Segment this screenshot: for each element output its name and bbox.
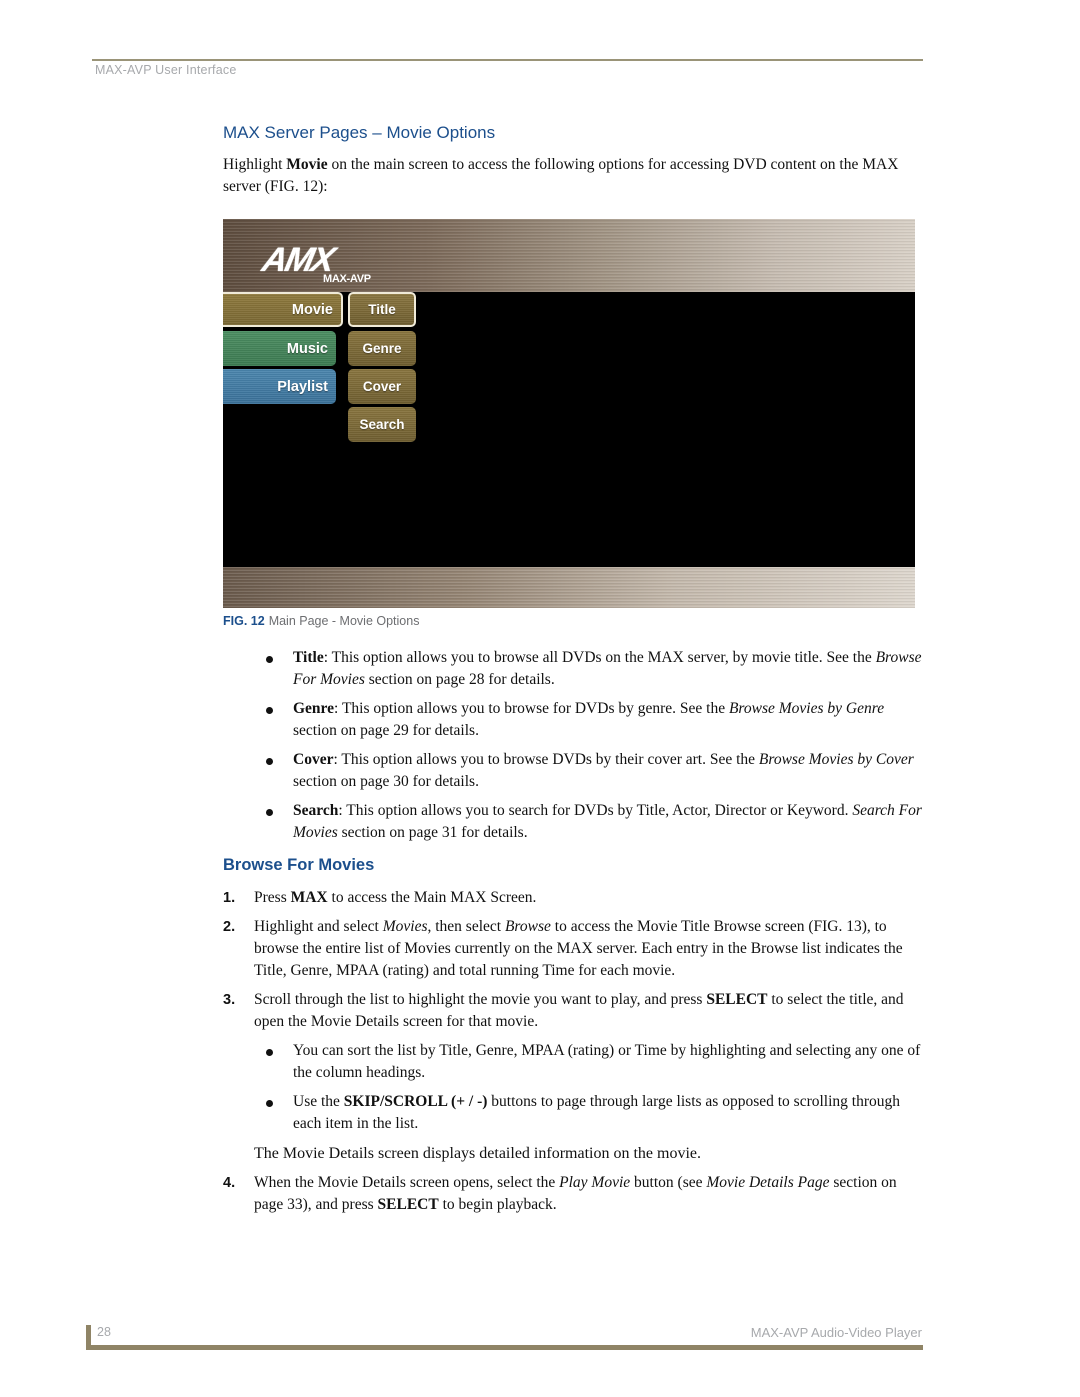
step-text-part: to begin playback.	[438, 1196, 557, 1213]
step-key: SELECT	[706, 991, 768, 1008]
option-bullet-title: Title: This option allows you to browse …	[266, 647, 926, 691]
submenu-button-title[interactable]: Title	[348, 292, 416, 327]
figure-caption: FIG. 12 Main Page - Movie Options	[223, 614, 419, 628]
step-text-part: button (see	[630, 1174, 707, 1191]
figure-caption-text: Main Page - Movie Options	[268, 614, 420, 628]
submenu-button-search[interactable]: Search	[348, 407, 416, 442]
bullet-key: SKIP/SCROLL (+ / -)	[343, 1093, 488, 1110]
option-bullet-cover: Cover: This option allows you to browse …	[266, 749, 926, 793]
step-text: Highlight and select Movies, then select…	[254, 916, 923, 982]
menu-button-music[interactable]: Music	[223, 331, 336, 366]
step-number: 1.	[223, 890, 236, 906]
step-number: 2.	[223, 919, 236, 935]
sub-bullet-skip-scroll: Use the SKIP/SCROLL (+ / -) buttons to p…	[266, 1091, 926, 1135]
step-emphasis: Movie Details Page	[706, 1174, 830, 1191]
step-key: MAX	[290, 889, 328, 906]
option-term: Search	[293, 802, 339, 819]
figure-main-page-movie-options: AMX MAX-AVP Movie Music Playlist Title G…	[223, 219, 915, 608]
step-4: 4. When the Movie Details screen opens, …	[223, 1172, 923, 1216]
option-desc: : This option allows you to browse DVDs …	[333, 751, 759, 768]
step-text-part: to access the Main MAX Screen.	[327, 889, 537, 906]
option-desc: : This option allows you to search for D…	[338, 802, 853, 819]
step-text-part: , then select	[427, 918, 505, 935]
section-heading-browse-for-movies: Browse For Movies	[223, 856, 375, 874]
option-desc: : This option allows you to browse all D…	[323, 649, 876, 666]
cross-reference: Browse Movies by Genre	[728, 700, 885, 717]
step-number: 4.	[223, 1175, 236, 1191]
step-3: 3. Scroll through the list to highlight …	[223, 989, 923, 1033]
footer-doc-title: MAX-AVP Audio-Video Player	[750, 1325, 922, 1340]
cross-reference: Browse Movies by Cover	[758, 751, 914, 768]
bullet-text: You can sort the list by Title, Genre, M…	[293, 1042, 921, 1081]
option-bullet-genre: Genre: This option allows you to browse …	[266, 698, 926, 742]
intro-bold: Movie	[286, 156, 328, 173]
option-desc: : This option allows you to browse for D…	[334, 700, 729, 717]
bullet-icon	[266, 707, 273, 714]
note-paragraph: The Movie Details screen displays detail…	[254, 1145, 701, 1162]
step-key: SELECT	[377, 1196, 439, 1213]
step-text-part: When the Movie Details screen opens, sel…	[254, 1174, 560, 1191]
amx-logo: AMX MAX-AVP	[259, 241, 383, 288]
step-text: When the Movie Details screen opens, sel…	[254, 1172, 923, 1216]
option-bullet-search: Search: This option allows you to search…	[266, 800, 926, 844]
bullet-icon	[266, 758, 273, 765]
step-1: 1. Press MAX to access the Main MAX Scre…	[223, 887, 923, 909]
intro-paragraph: Highlight Movie on the main screen to ac…	[223, 154, 923, 198]
option-term: Cover	[293, 751, 334, 768]
bullet-text: Use the SKIP/SCROLL (+ / -) buttons to p…	[293, 1091, 926, 1135]
bullet-text: Cover: This option allows you to browse …	[293, 749, 926, 793]
step-text-part: Press	[254, 889, 291, 906]
figure-label: FIG. 12	[223, 614, 265, 628]
step-number: 3.	[223, 992, 236, 1008]
menu-button-movie[interactable]: Movie	[223, 292, 343, 327]
brushed-metal-footer	[223, 567, 915, 608]
bullet-text-part: Use the	[293, 1093, 344, 1110]
option-term: Title	[293, 649, 324, 666]
step-text-part: Scroll through the list to highlight the…	[254, 991, 707, 1008]
step-emphasis: Play Movie	[559, 1174, 631, 1191]
bullet-icon	[266, 809, 273, 816]
option-desc-end: section on page 31 for details.	[337, 824, 528, 841]
submenu-button-genre[interactable]: Genre	[348, 331, 416, 366]
amx-logo-text: AMX	[258, 241, 337, 279]
menu-button-playlist[interactable]: Playlist	[223, 369, 336, 404]
step-emphasis: Movies	[382, 918, 428, 935]
footer-rule	[86, 1345, 923, 1350]
header-rule	[92, 59, 923, 61]
option-desc-end: section on page 30 for details.	[293, 773, 479, 790]
amx-logo-subtitle: MAX-AVP	[323, 273, 371, 285]
bullet-text: Title: This option allows you to browse …	[293, 647, 926, 691]
sub-bullet-sort: You can sort the list by Title, Genre, M…	[266, 1040, 926, 1084]
option-term: Genre	[293, 700, 335, 717]
bullet-icon	[266, 1049, 273, 1056]
intro-text: Highlight	[223, 156, 287, 173]
bullet-text: Search: This option allows you to search…	[293, 800, 926, 844]
step-text: Press MAX to access the Main MAX Screen.	[254, 887, 923, 909]
page-number: 28	[97, 1325, 111, 1339]
option-desc-end: section on page 29 for details.	[293, 722, 479, 739]
step-text-part: Highlight and select	[254, 918, 383, 935]
step-text: Scroll through the list to highlight the…	[254, 989, 923, 1033]
bullet-icon	[266, 1100, 273, 1107]
bullet-icon	[266, 656, 273, 663]
option-desc-end: section on page 28 for details.	[364, 671, 555, 688]
step-2: 2. Highlight and select Movies, then sel…	[223, 916, 923, 982]
section-heading-movie-options: MAX Server Pages – Movie Options	[223, 123, 496, 142]
step-emphasis: Browse	[504, 918, 551, 935]
running-head: MAX-AVP User Interface	[95, 63, 237, 77]
bullet-text: Genre: This option allows you to browse …	[293, 698, 926, 742]
submenu-button-cover[interactable]: Cover	[348, 369, 416, 404]
